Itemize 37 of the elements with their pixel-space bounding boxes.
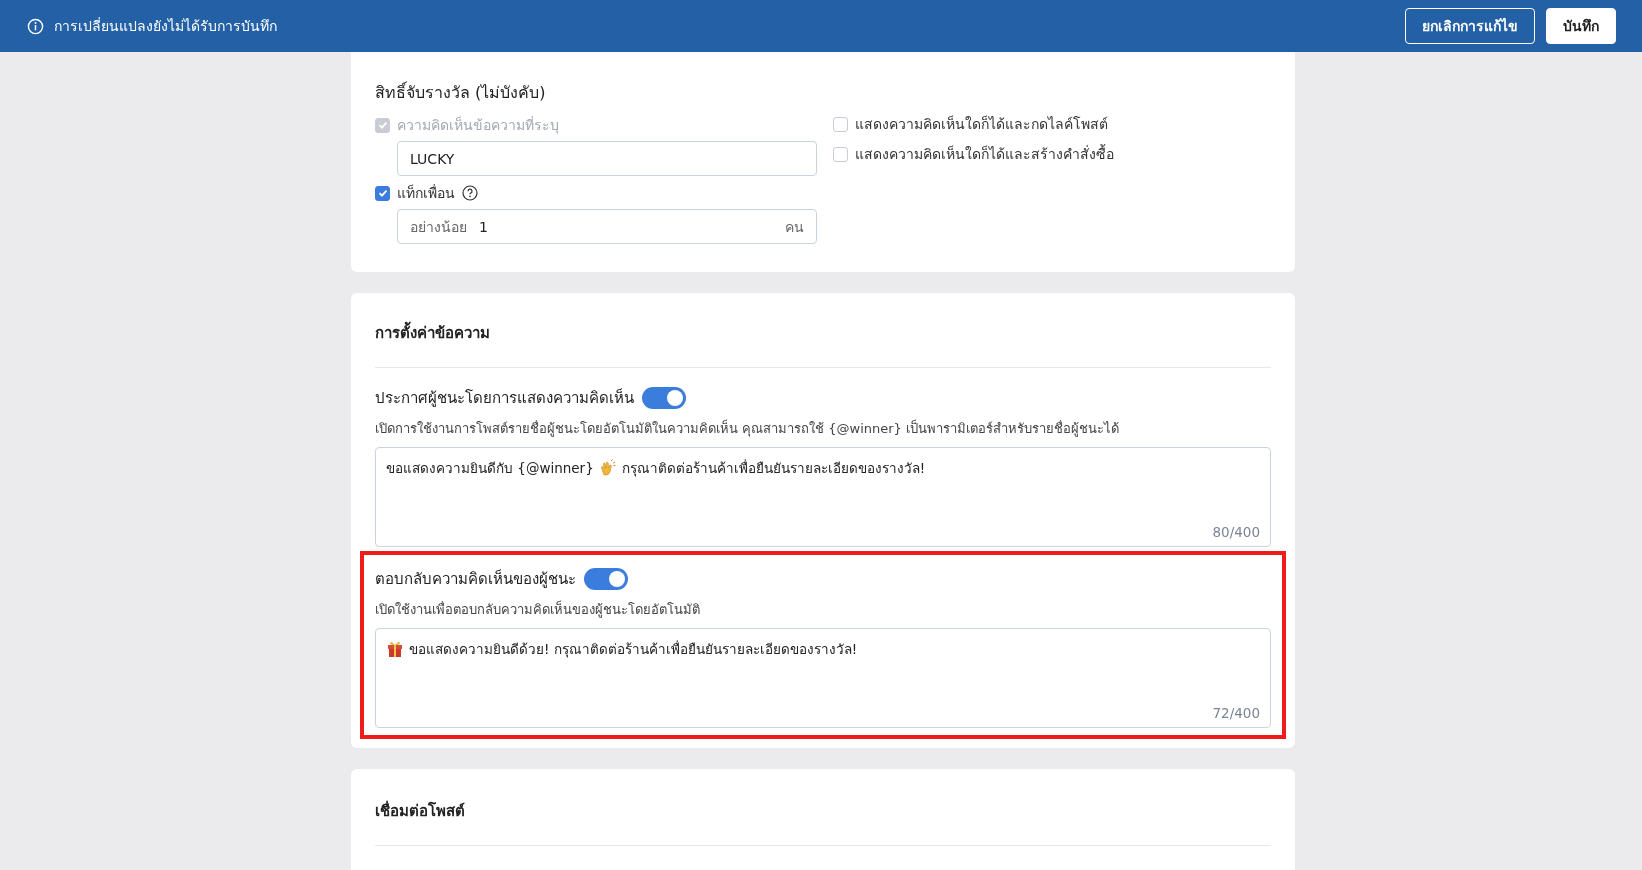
checkbox-label: แสดงความคิดเห็นใดก็ได้และกดไลค์โพสต์ (855, 114, 1108, 134)
checkmark-icon (376, 187, 389, 199)
checkbox[interactable] (375, 185, 390, 201)
checkbox-label: แสดงความคิดเห็นใดก็ได้และสร้างคำสั่งซื้อ (855, 143, 1114, 164)
message-textarea[interactable]: ขอแสดงความยินดีด้วย! กรุณาติดต่อร้านค้าเพื่อยืนยันรายละเอียดของรางวัล! 72/400 (375, 628, 1271, 728)
checkbox-label: แท็กเพื่อน (397, 183, 455, 203)
input-field[interactable]: อย่างน้อย 1 คน (397, 209, 817, 244)
cancel-button[interactable]: ยกเลิกการแก้ไข (1405, 8, 1535, 44)
message-text: ขอแสดงความยินดีกับ {@winner} (386, 459, 594, 478)
section-title: การตั้งค่าข้อความ (375, 321, 1271, 345)
field-prefix: อย่างน้อย (410, 217, 467, 237)
help-icon[interactable] (462, 185, 478, 201)
section-title: เชื่อมต่อโพสต์ (375, 799, 466, 822)
toggle-switch[interactable] (642, 387, 686, 409)
section-title: สิทธิ์จับรางวัล (ไม่บังคับ) (375, 80, 547, 104)
toggle-label: ประกาศผู้ชนะโดยการแสดงความคิดเห็น (375, 387, 634, 409)
checkbox-label: ความคิดเห็นข้อความที่ระบุ (397, 115, 559, 136)
checkbox[interactable] (833, 146, 848, 162)
description: เปิดการใช้งานการโพสต์รายชื่อผู้ชนะโดยอัตโนมัติในความคิดเห็น คุณสามารถใช้ {@winner} เป็นพารามิเตอร์สำหรับรายชื่อผู้ชนะได้ (375, 418, 1120, 439)
message-textarea[interactable]: ขอแสดงความยินดีกับ {@winner} กรุณาติดต่อร้านค้าเพื่อยืนยันรายละเอียดของรางวัล! 80/400 (375, 447, 1271, 547)
character-count: 72/400 (1212, 705, 1260, 721)
info-icon (27, 17, 44, 35)
message-text: ขอแสดงความยินดีด้วย! กรุณาติดต่อร้านค้าเพื่อยืนยันรายละเอียดของรางวัล! (409, 639, 858, 660)
save-button[interactable]: บันทึก (1546, 8, 1616, 44)
field-value: 1 (479, 218, 488, 235)
clapping-hands-icon (598, 459, 617, 477)
description: เปิดใช้งานเพื่อตอบกลับความคิดเห็นของผู้ชนะโดยอัตโนมัติ (375, 599, 701, 620)
unsaved-message: การเปลี่ยนแปลงยังไม่ได้รับการบันทึก (54, 16, 277, 36)
checkmark-icon (376, 119, 389, 131)
gift-icon (386, 640, 404, 658)
field-suffix: คน (785, 217, 804, 237)
field-value: LUCKY (410, 150, 455, 167)
message-text: กรุณาติดต่อร้านค้าเพื่อยืนยันรายละเอียดของรางวัล! (621, 458, 926, 479)
toggle-label: ตอบกลับความคิดเห็นของผู้ชนะ (375, 568, 576, 590)
character-count: 80/400 (1212, 524, 1260, 540)
checkbox[interactable] (833, 116, 848, 132)
toggle-switch[interactable] (584, 568, 628, 590)
